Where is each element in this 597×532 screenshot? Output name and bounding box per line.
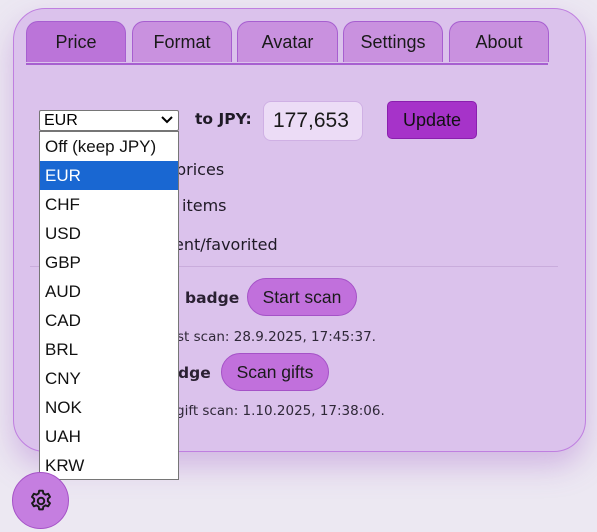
gear-icon — [30, 489, 51, 510]
scan-gifts-button[interactable]: Scan gifts — [221, 353, 329, 391]
currency-select-value: EUR — [44, 111, 78, 129]
last-scan-info: st scan: 28.9.2025, 17:45:37. — [177, 329, 376, 345]
currency-option-selected[interactable]: EUR — [40, 161, 178, 190]
rate-input[interactable]: 177,653 — [263, 101, 363, 141]
currency-option[interactable]: KRW — [40, 451, 178, 479]
update-button[interactable]: Update — [387, 101, 477, 139]
to-jpy-label: to JPY: — [195, 110, 252, 128]
currency-dropdown-list: Off (keep JPY) EUR CHF USD GBP AUD CAD B… — [39, 131, 179, 480]
tab-underline — [26, 63, 548, 65]
currency-option[interactable]: USD — [40, 219, 178, 248]
start-scan-button[interactable]: Start scan — [247, 278, 357, 316]
badge-label: badge — [185, 289, 240, 307]
currency-option[interactable]: GBP — [40, 248, 178, 277]
tab-settings[interactable]: Settings — [343, 21, 443, 62]
gift-scan-info: gift scan: 1.10.2025, 17:38:06. — [176, 403, 385, 419]
currency-option[interactable]: UAH — [40, 422, 178, 451]
currency-select[interactable]: EUR — [39, 110, 179, 131]
tab-avatar[interactable]: Avatar — [237, 21, 338, 62]
settings-fab-button[interactable] — [12, 472, 69, 529]
currency-option[interactable]: Off (keep JPY) — [40, 132, 178, 161]
option-items-label: items — [182, 196, 227, 215]
currency-option[interactable]: BRL — [40, 335, 178, 364]
currency-option[interactable]: CHF — [40, 190, 178, 219]
currency-option[interactable]: CNY — [40, 364, 178, 393]
option-prices-label: prices — [176, 160, 225, 179]
chevron-down-icon — [161, 116, 173, 124]
option-favorited-label: ent/favorited — [174, 235, 278, 254]
tab-about[interactable]: About — [449, 21, 549, 62]
currency-option[interactable]: CAD — [40, 306, 178, 335]
gift-badge-label: dge — [178, 364, 211, 382]
currency-option[interactable]: AUD — [40, 277, 178, 306]
tab-format[interactable]: Format — [132, 21, 232, 62]
currency-option[interactable]: NOK — [40, 393, 178, 422]
tab-price[interactable]: Price — [26, 21, 126, 62]
